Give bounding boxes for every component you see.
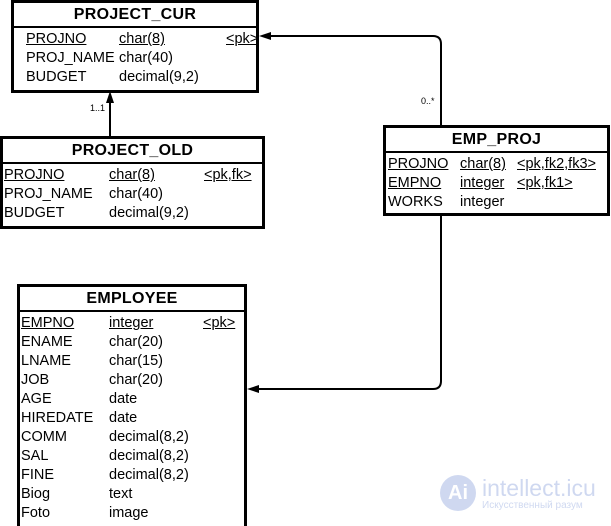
attribute-row[interactable]: BUDGET decimal(9,2) bbox=[3, 204, 262, 223]
attribute-name: PROJNO bbox=[388, 156, 449, 172]
attribute-row[interactable]: LNAME char(15) bbox=[20, 352, 244, 371]
attribute-row[interactable]: Biog text bbox=[20, 485, 244, 504]
entity-project-cur[interactable]: PROJECT_CUR PROJNO char(8) <pk> PROJ_NAME cha… bbox=[11, 0, 259, 93]
attribute-list: EMPNO integer <pk> ENAME char(20) LNAME char(1… bbox=[20, 312, 244, 523]
attribute-type: char(20) bbox=[109, 372, 163, 388]
attribute-key: <pk> bbox=[226, 31, 259, 47]
entity-title: EMPLOYEE bbox=[20, 287, 244, 312]
attribute-row[interactable]: HIREDATE date bbox=[20, 409, 244, 428]
attribute-name: Foto bbox=[21, 505, 51, 521]
attribute-name: BUDGET bbox=[26, 69, 87, 85]
attribute-row[interactable]: PROJ_NAME char(40) bbox=[14, 49, 256, 68]
attribute-type: decimal(8,2) bbox=[109, 448, 189, 464]
attribute-name: FINE bbox=[21, 467, 55, 483]
watermark-logo-icon: Ai bbox=[440, 475, 476, 511]
connector-empproj-to-employee bbox=[250, 215, 442, 390]
attribute-type: char(40) bbox=[119, 50, 173, 66]
entity-project-old[interactable]: PROJECT_OLD PROJNO char(8) <pk,fk> PROJ_NAME… bbox=[0, 136, 265, 229]
attribute-list: PROJNO char(8) <pk> PROJ_NAME char(40) BUDGET… bbox=[14, 28, 259, 87]
attribute-name: ENAME bbox=[21, 334, 73, 350]
attribute-row[interactable]: WORKS integer bbox=[386, 193, 607, 212]
attribute-name: HIREDATE bbox=[21, 410, 94, 426]
attribute-key: <pk,fk> bbox=[204, 167, 252, 183]
attribute-type: integer bbox=[460, 194, 505, 210]
diagram-canvas: 1..1 0..* PROJECT_CUR PROJNO char(8) <pk> PR… bbox=[0, 0, 611, 526]
attribute-name: PROJNO bbox=[26, 31, 87, 47]
attribute-row[interactable]: EMPNO integer <pk> bbox=[20, 314, 244, 333]
attribute-type: integer bbox=[109, 315, 154, 331]
watermark-name: intellect.icu bbox=[482, 474, 596, 501]
attribute-type: decimal(8,2) bbox=[109, 429, 189, 445]
attribute-name: PROJ_NAME bbox=[26, 50, 115, 66]
entity-title: PROJECT_OLD bbox=[3, 139, 262, 164]
attribute-list: PROJNO char(8) <pk,fk> PROJ_NAME char(40) BUD… bbox=[3, 164, 262, 223]
attribute-name: WORKS bbox=[388, 194, 443, 210]
attribute-row[interactable]: JOB char(20) bbox=[20, 371, 244, 390]
attribute-row[interactable]: PROJ_NAME char(40) bbox=[3, 185, 262, 204]
attribute-type: date bbox=[109, 391, 138, 407]
multiplicity-label-0-many: 0..* bbox=[421, 96, 435, 106]
attribute-type: char(20) bbox=[109, 334, 163, 350]
attribute-name: Biog bbox=[21, 486, 51, 502]
attribute-type: char(8) bbox=[109, 167, 155, 183]
attribute-type: char(40) bbox=[109, 186, 163, 202]
attribute-name: PROJ_NAME bbox=[4, 186, 93, 202]
attribute-type: decimal(9,2) bbox=[109, 205, 189, 221]
attribute-type: image bbox=[109, 505, 149, 521]
watermark-subtitle: Искусственный разум bbox=[482, 499, 583, 511]
attribute-name: PROJNO bbox=[4, 167, 65, 183]
attribute-row[interactable]: ENAME char(20) bbox=[20, 333, 244, 352]
attribute-type: char(15) bbox=[109, 353, 163, 369]
attribute-type: text bbox=[109, 486, 133, 502]
attribute-row[interactable]: FINE decimal(8,2) bbox=[20, 466, 244, 485]
attribute-name: EMPNO bbox=[388, 175, 442, 191]
attribute-row[interactable]: AGE date bbox=[20, 390, 244, 409]
attribute-row[interactable]: Foto image bbox=[20, 504, 244, 523]
attribute-row[interactable]: EMPNO integer <pk,fk1> bbox=[386, 174, 607, 193]
attribute-row[interactable]: SAL decimal(8,2) bbox=[20, 447, 244, 466]
watermark: Ai intellect.icu Искусственный разум bbox=[440, 475, 596, 511]
attribute-name: LNAME bbox=[21, 353, 71, 369]
connector-empproj-to-cur bbox=[262, 35, 442, 125]
attribute-type: date bbox=[109, 410, 138, 426]
attribute-row[interactable]: BUDGET decimal(9,2) bbox=[14, 68, 256, 87]
attribute-name: BUDGET bbox=[4, 205, 65, 221]
entity-title: EMP_PROJ bbox=[386, 128, 607, 153]
attribute-name: AGE bbox=[21, 391, 52, 407]
attribute-list: PROJNO char(8) <pk,fk2,fk3> EMPNO integer <pk… bbox=[386, 153, 607, 212]
attribute-name: JOB bbox=[21, 372, 50, 388]
multiplicity-label-1-1: 1..1 bbox=[90, 103, 106, 113]
attribute-row[interactable]: PROJNO char(8) <pk,fk2,fk3> bbox=[386, 155, 607, 174]
attribute-row[interactable]: PROJNO char(8) <pk> bbox=[14, 30, 259, 49]
attribute-name: COMM bbox=[21, 429, 67, 445]
attribute-type: char(8) bbox=[119, 31, 165, 47]
attribute-key: <pk,fk1> bbox=[517, 175, 573, 191]
attribute-type: decimal(8,2) bbox=[109, 467, 189, 483]
attribute-type: decimal(9,2) bbox=[119, 69, 199, 85]
attribute-row[interactable]: PROJNO char(8) <pk,fk> bbox=[3, 166, 262, 185]
attribute-key: <pk> bbox=[203, 315, 236, 331]
arrowhead-cur-right bbox=[259, 32, 271, 40]
entity-employee[interactable]: EMPLOYEE EMPNO integer <pk> ENAME char(20) LNA… bbox=[17, 284, 247, 526]
attribute-name: EMPNO bbox=[21, 315, 75, 331]
attribute-name: SAL bbox=[21, 448, 49, 464]
attribute-type: integer bbox=[460, 175, 505, 191]
entity-emp-proj[interactable]: EMP_PROJ PROJNO char(8) <pk,fk2,fk3> EMPNO in… bbox=[383, 125, 610, 216]
arrowhead-employee-right bbox=[247, 385, 259, 393]
attribute-key: <pk,fk2,fk3> bbox=[517, 156, 596, 172]
attribute-type: char(8) bbox=[460, 156, 506, 172]
entity-title: PROJECT_CUR bbox=[14, 3, 256, 28]
attribute-row[interactable]: COMM decimal(8,2) bbox=[20, 428, 244, 447]
